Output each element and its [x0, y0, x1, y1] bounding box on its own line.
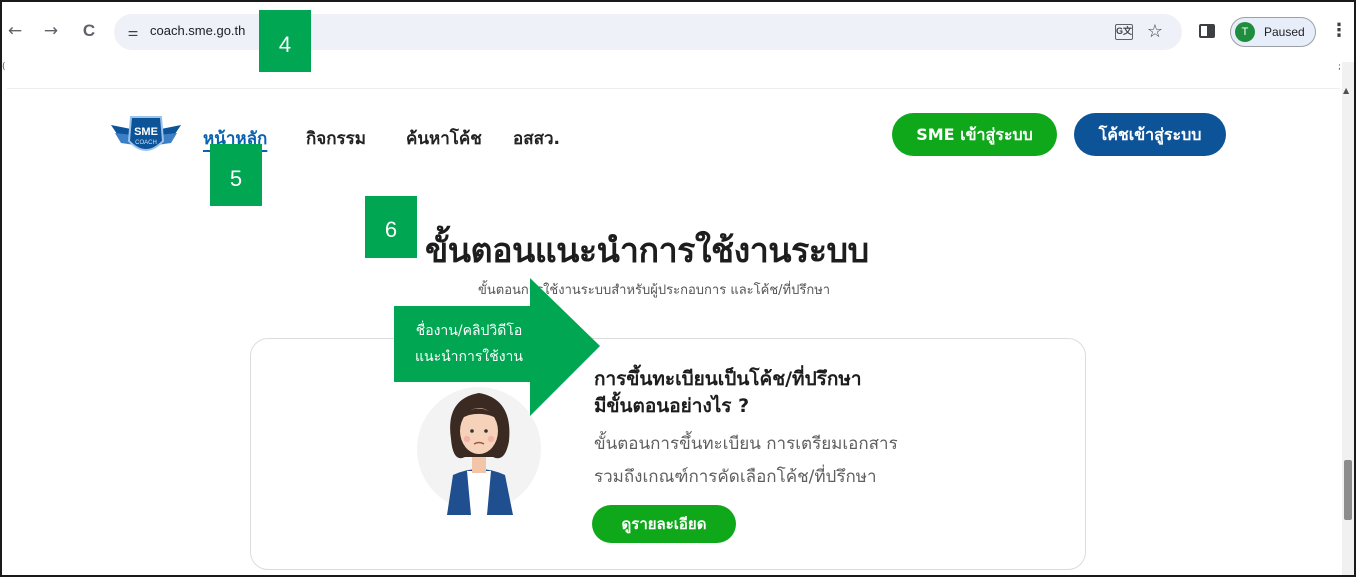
side-panel-icon[interactable]	[1199, 24, 1215, 38]
browser-toolbar: ← → C ⚌ coach.sme.go.th G文 ☆ T Paused ⋮	[2, 2, 1354, 62]
edge-mark-right: ;	[1338, 62, 1342, 72]
step-marker-4: 4	[259, 10, 311, 72]
scroll-thumb[interactable]	[1344, 460, 1352, 520]
page-scrollbar[interactable]: ▲	[1342, 62, 1354, 575]
translate-icon[interactable]: G文	[1115, 24, 1133, 40]
profile-status: Paused	[1264, 25, 1305, 39]
nav-activities[interactable]: กิจกรรม	[306, 125, 366, 152]
logo-subtext: COACH	[135, 140, 157, 146]
coach-login-button[interactable]: โค้ชเข้าสู่ระบบ	[1074, 113, 1226, 156]
nav-find-coach[interactable]: ค้นหาโค้ช	[406, 125, 482, 152]
nav-osmep[interactable]: อสสว.	[513, 125, 560, 152]
screenshot-frame: ← → C ⚌ coach.sme.go.th G文 ☆ T Paused ⋮ …	[0, 0, 1356, 577]
annotation-arrow-label: ชื่องาน/คลิปวิดีโอ แนะนำการใช้งาน	[414, 323, 523, 365]
logo-text: SME	[134, 126, 158, 138]
step-marker-5: 5	[210, 144, 262, 206]
reload-icon[interactable]: C	[78, 20, 100, 42]
scroll-up-icon[interactable]: ▲	[1343, 86, 1349, 95]
profile-button[interactable]: T Paused	[1230, 17, 1316, 47]
site-info-icon[interactable]: ⚌	[124, 23, 142, 41]
edge-mark-left: (	[2, 62, 6, 72]
more-menu-icon[interactable]: ⋮	[1330, 20, 1348, 42]
back-icon[interactable]: ←	[4, 20, 26, 42]
sme-login-button[interactable]: SME เข้าสู่ระบบ	[892, 113, 1057, 156]
web-page: SME COACH หน้าหลัก กิจกรรม ค้นหาโค้ช อสส…	[7, 88, 1340, 575]
url-text[interactable]: coach.sme.go.th	[150, 23, 245, 38]
card-description: ขั้นตอนการขึ้นทะเบียน การเตรียมเอกสาร รว…	[594, 434, 898, 487]
view-details-button[interactable]: ดูรายละเอียด	[592, 505, 736, 543]
forward-icon[interactable]: →	[40, 20, 62, 42]
card-title: การขึ้นทะเบียนเป็นโค้ช/ที่ปรึกษา มีขั้นต…	[594, 368, 862, 417]
bookmark-star-icon[interactable]: ☆	[1145, 22, 1165, 42]
avatar: T	[1235, 22, 1255, 42]
sme-coach-logo[interactable]: SME COACH	[109, 111, 183, 161]
